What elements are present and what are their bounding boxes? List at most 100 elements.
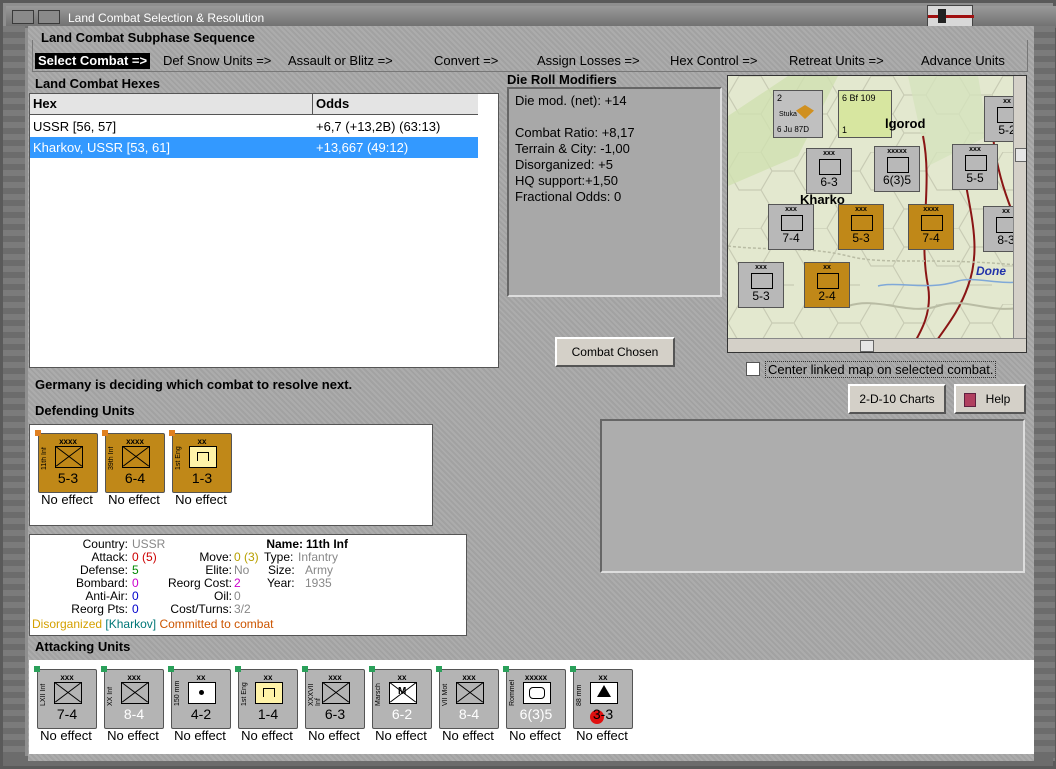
odds-cell: +13,667 (49:12) bbox=[316, 140, 409, 155]
unit-counter[interactable]: xxx XX Inf 8-4 bbox=[101, 666, 164, 729]
unit-strength: 8-4 bbox=[458, 706, 480, 722]
map-unit-counter[interactable]: xxx 5-5 bbox=[952, 144, 998, 190]
unit-name: 11th Inf bbox=[41, 447, 48, 470]
unit-strength: 3-3 bbox=[592, 706, 614, 722]
unit-counter[interactable]: xx 88 mm 3-3 bbox=[570, 666, 633, 729]
antiaircraft-symbol-icon bbox=[590, 682, 618, 704]
center-map-checkbox[interactable] bbox=[746, 362, 760, 376]
move-label: Move: bbox=[199, 550, 232, 564]
unit-counter[interactable]: xxx LXII Inf 7-4 bbox=[34, 666, 97, 729]
phase-assault-or-blitz[interactable]: Assault or Blitz => bbox=[285, 53, 396, 69]
result-panel bbox=[600, 419, 1025, 573]
phase-select-combat[interactable]: Select Combat => bbox=[35, 53, 151, 69]
linked-map[interactable]: 2 6 Ju 87D Stuka 6 Bf 109 1 lgorod Khark… bbox=[727, 75, 1027, 353]
col-odds[interactable]: Odds bbox=[316, 96, 349, 111]
defense-label: Defense: bbox=[79, 563, 128, 577]
counter-marker bbox=[168, 666, 174, 672]
table-row-selected[interactable]: Kharkov, USSR [53, 61] +13,667 (49:12) bbox=[30, 137, 478, 158]
col-hex[interactable]: Hex bbox=[33, 96, 57, 111]
map-unit-size: xxx bbox=[785, 206, 797, 213]
unit-result: No effect bbox=[576, 728, 628, 743]
oil-value: 0 bbox=[234, 589, 241, 603]
unit-strength: 1-4 bbox=[257, 706, 279, 722]
map-counter-air[interactable]: 2 6 Ju 87D Stuka bbox=[773, 90, 823, 138]
attacking-units-box: xxx LXII Inf 7-4 No effect xxx XX Inf 8-4 No ef… bbox=[29, 660, 1034, 754]
map-unit-symbol-icon bbox=[817, 273, 839, 289]
counter-marker bbox=[101, 666, 107, 672]
map-unit-counter[interactable]: xxx 5-3 bbox=[838, 204, 884, 250]
center-map-label[interactable]: Center linked map on selected combat. bbox=[765, 361, 997, 378]
type-value: Infantry bbox=[298, 550, 339, 564]
window-title: Land Combat Selection & Resolution bbox=[68, 11, 265, 25]
map-unit-symbol-icon bbox=[751, 273, 773, 289]
hq-symbol-icon bbox=[523, 682, 551, 704]
unit-counter[interactable]: xxxx 39th Inf 6-4 bbox=[102, 430, 165, 493]
defending-units-box: xxxx 11th Inf 5-3 No effect xxxx 39th Inf 6-4 N… bbox=[29, 424, 433, 526]
map-unit-symbol-icon bbox=[851, 215, 873, 231]
name-label: Name: bbox=[266, 537, 303, 551]
artillery-symbol-icon bbox=[188, 682, 216, 704]
map-unit-counter[interactable]: xxx 7-4 bbox=[768, 204, 814, 250]
unit-counter[interactable]: xx Marsch M 6-2 bbox=[369, 666, 432, 729]
window-menu-icon[interactable] bbox=[12, 10, 34, 24]
map-horizontal-scrollbar[interactable] bbox=[728, 338, 1026, 352]
table-row[interactable]: USSR [56, 57] +6,7 (+13,2B) (63:13) bbox=[30, 116, 478, 137]
die-line: Terrain & City: -1,00 bbox=[515, 141, 630, 156]
type-label: Type: bbox=[264, 550, 294, 564]
unit-counter[interactable]: xx 1st Eng 1-4 bbox=[235, 666, 298, 729]
phase-convert[interactable]: Convert => bbox=[431, 53, 501, 69]
size-label: Size: bbox=[268, 563, 295, 577]
map-unit-strength: 6(3)5 bbox=[882, 173, 911, 187]
unit-result: No effect bbox=[108, 492, 160, 507]
cost-turns-value: 3/2 bbox=[234, 602, 251, 616]
unit-counter[interactable]: xxxxx Rommel 6(3)5 bbox=[503, 666, 566, 729]
phase-assign-losses[interactable]: Assign Losses => bbox=[534, 53, 643, 69]
phase-def-snow-units[interactable]: Def Snow Units => bbox=[160, 53, 274, 69]
unit-counter[interactable]: xxxx 11th Inf 5-3 bbox=[35, 430, 98, 493]
map-unit-symbol-icon bbox=[887, 157, 909, 173]
map-counter-top: 6 Bf 109 bbox=[842, 93, 876, 103]
unit-counter[interactable]: xx 1st Eng 1-3 bbox=[169, 430, 232, 493]
map-unit-counter[interactable]: xxxx 7-4 bbox=[908, 204, 954, 250]
map-unit-counter[interactable]: xxx 5-3 bbox=[738, 262, 784, 308]
map-vertical-scrollbar[interactable] bbox=[1013, 76, 1026, 338]
unit-name: 88 mm bbox=[576, 684, 583, 706]
map-unit-size: xx bbox=[823, 264, 831, 271]
unit-strength: 8-4 bbox=[123, 706, 145, 722]
phase-advance-units[interactable]: Advance Units bbox=[918, 53, 1008, 69]
map-unit-counter[interactable]: xxx 6-3 bbox=[806, 148, 852, 194]
status-line: Disorganized [Kharkov] Committed to comb… bbox=[32, 617, 273, 631]
unit-symbol-icon bbox=[456, 682, 484, 704]
unit-result: No effect bbox=[40, 728, 92, 743]
counter-marker bbox=[34, 666, 40, 672]
map-unit-strength: 7-4 bbox=[782, 231, 800, 245]
unit-counter[interactable]: xxx XXXVII Inf 6-3 bbox=[302, 666, 365, 729]
die-line: Combat Ratio: +8,17 bbox=[515, 125, 635, 140]
help-button[interactable]: Help bbox=[954, 384, 1026, 414]
counter-marker bbox=[102, 430, 108, 436]
map-vscroll-thumb[interactable] bbox=[1015, 148, 1026, 162]
status-message: Germany is deciding which combat to reso… bbox=[35, 377, 353, 392]
attack-value-group: 0 (5) bbox=[132, 550, 157, 564]
combat-chosen-button[interactable]: Combat Chosen bbox=[555, 337, 675, 367]
charts-button[interactable]: 2-D-10 Charts bbox=[848, 384, 946, 414]
defending-units-title: Defending Units bbox=[35, 403, 135, 418]
map-unit-counter[interactable]: xx 2-4 bbox=[804, 262, 850, 308]
phase-hex-control[interactable]: Hex Control => bbox=[667, 53, 760, 69]
map-unit-size: xxxx bbox=[923, 206, 939, 213]
map-unit-size: xxx bbox=[755, 264, 767, 271]
unit-counter[interactable]: xxx VII Mot 8-4 bbox=[436, 666, 499, 729]
bombard-label: Bombard: bbox=[75, 576, 128, 590]
unit-counter[interactable]: xx 150 mm 4-2 bbox=[168, 666, 231, 729]
unit-result: No effect bbox=[107, 728, 159, 743]
map-unit-counter[interactable]: xxxxx 6(3)5 bbox=[874, 146, 920, 192]
minimize-icon[interactable] bbox=[38, 10, 60, 24]
phase-retreat-units[interactable]: Retreat Units => bbox=[786, 53, 887, 69]
unit-result: No effect bbox=[442, 728, 494, 743]
right-frame bbox=[1033, 26, 1055, 761]
unit-symbol-icon bbox=[122, 446, 150, 468]
map-hscroll-thumb[interactable] bbox=[860, 340, 874, 352]
map-counter-air[interactable]: 6 Bf 109 1 bbox=[838, 90, 892, 138]
attack-value: 0 bbox=[132, 550, 139, 564]
map-unit-size: xxx bbox=[855, 206, 867, 213]
